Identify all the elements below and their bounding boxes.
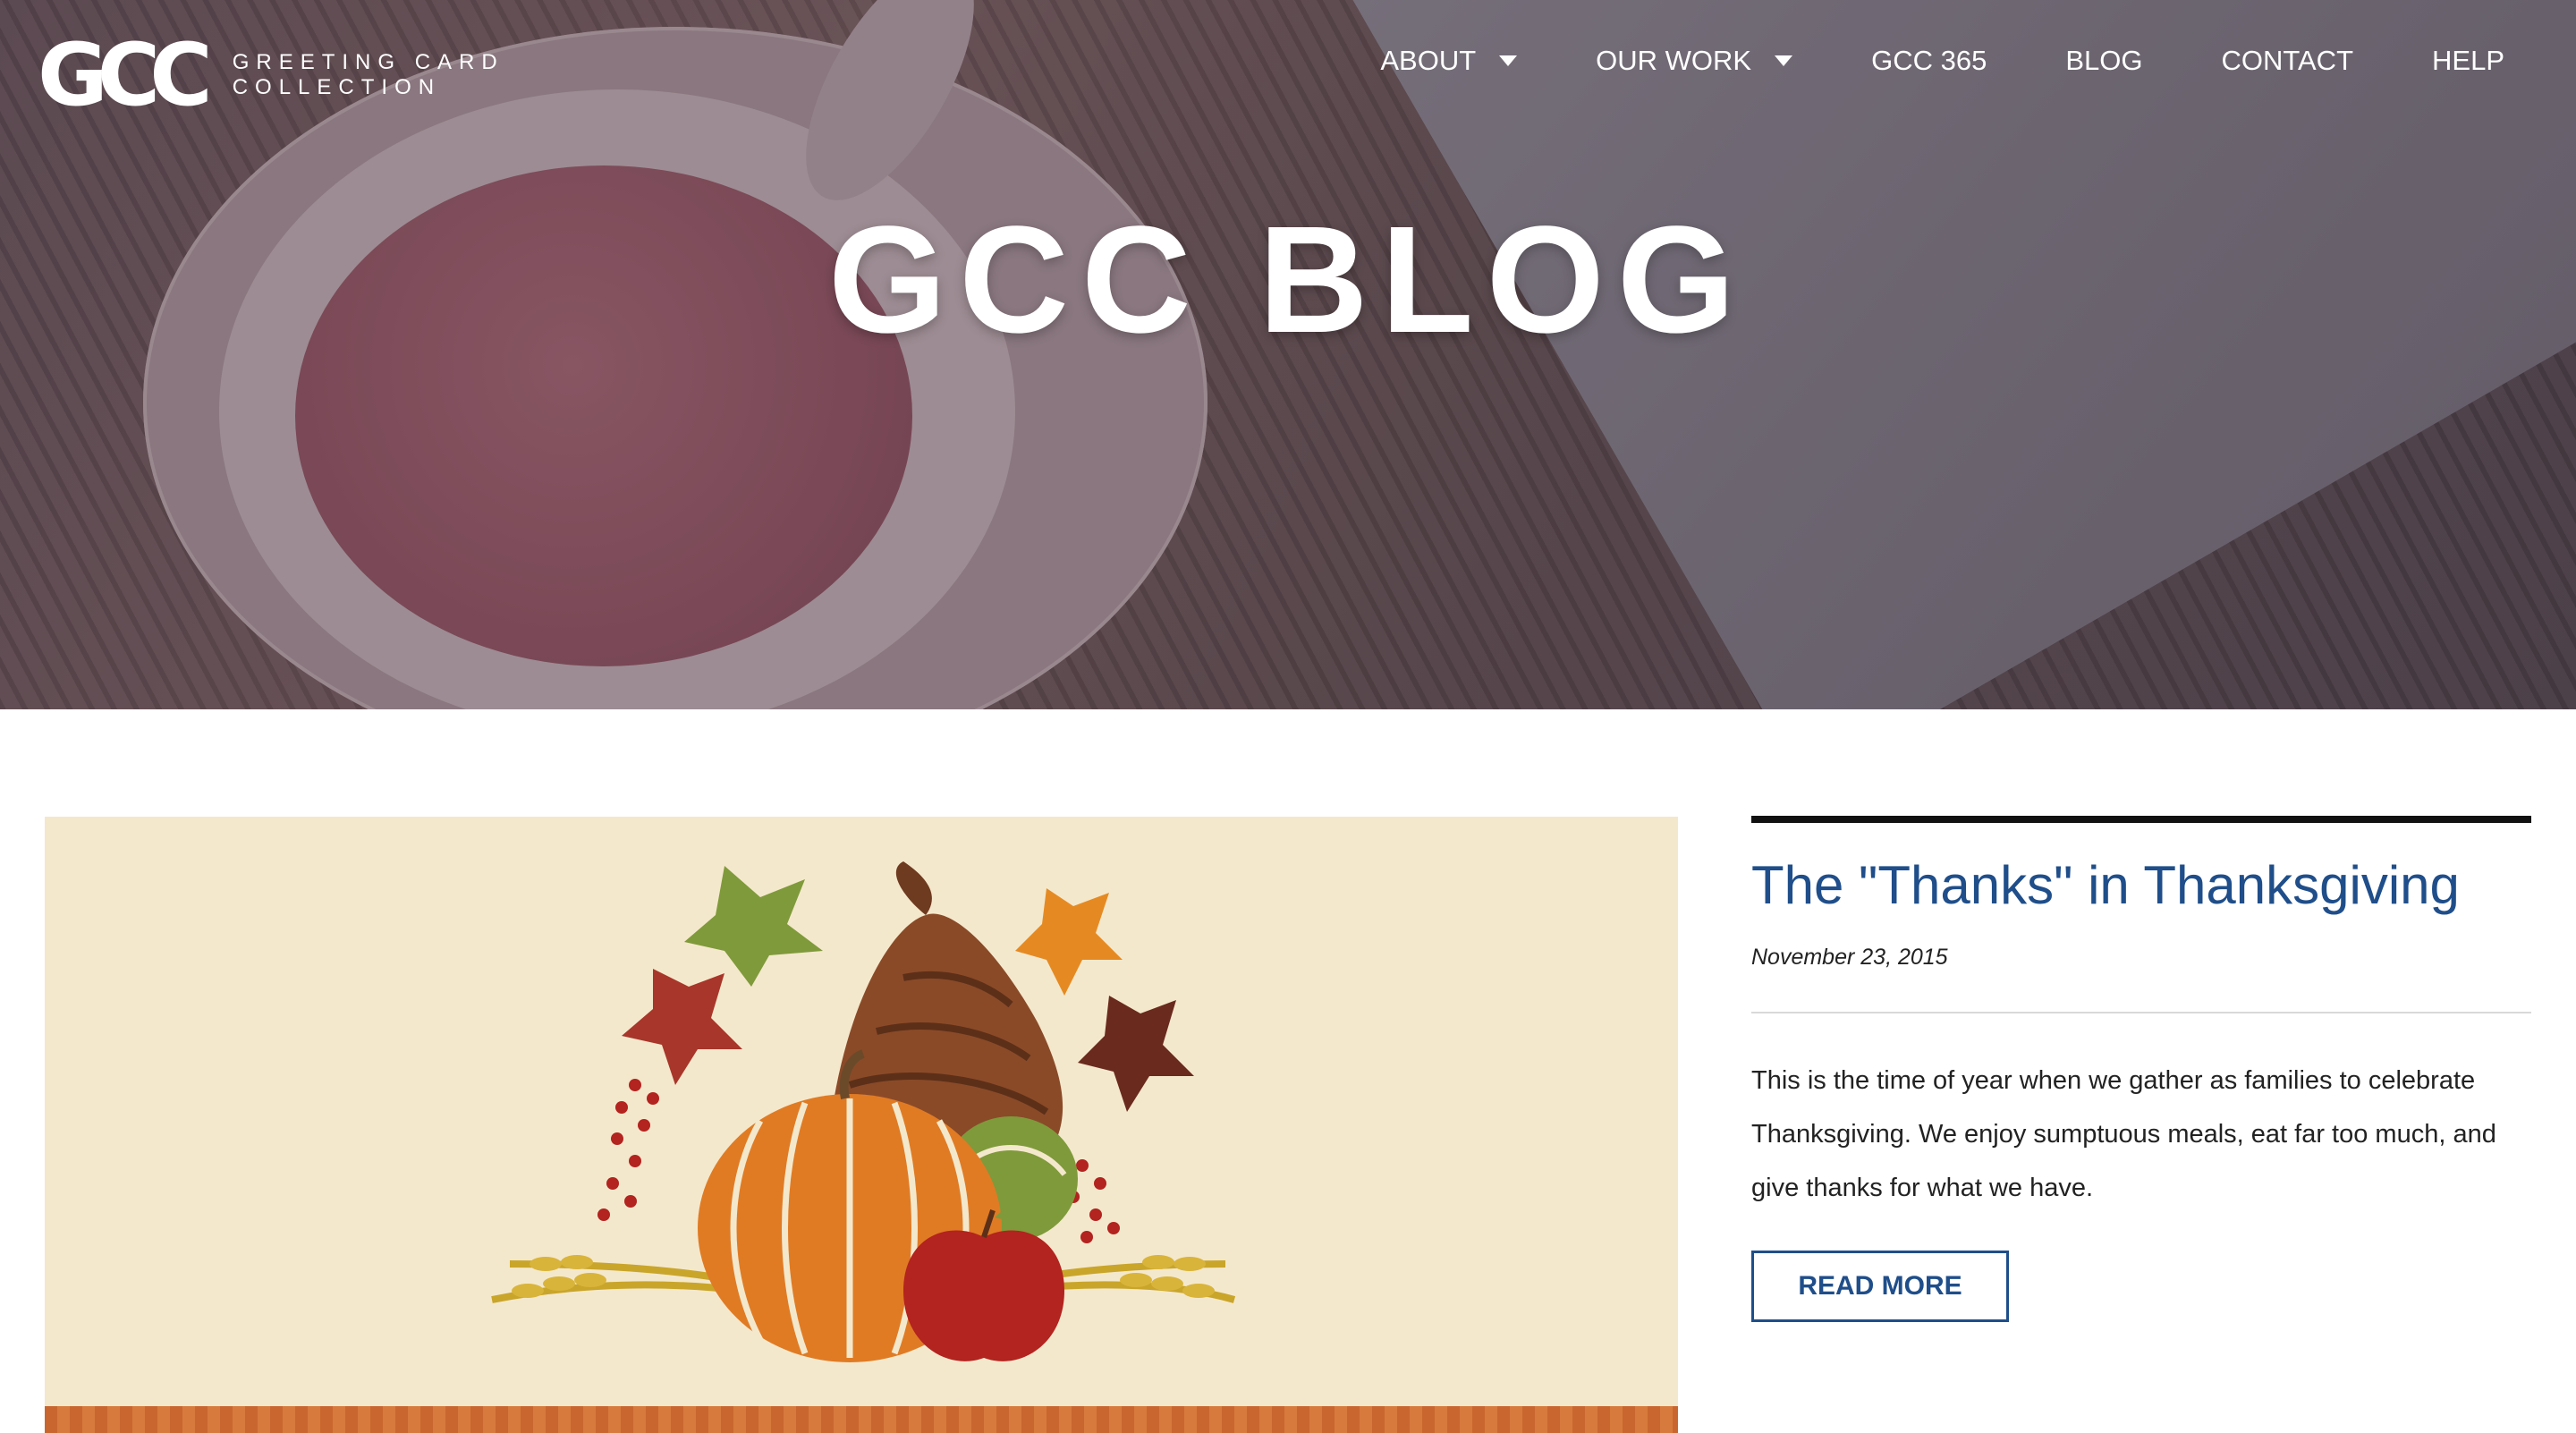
post-title-link[interactable]: The "Thanks" in Thanksgiving [1751, 854, 2460, 916]
cornucopia-illustration-icon [491, 861, 1236, 1362]
main-nav: ABOUT OUR WORK GCC 365 BLOG CONTACT HELP [1380, 45, 2504, 77]
nav-item-blog[interactable]: BLOG [2065, 45, 2142, 77]
post-divider [1751, 1012, 2531, 1013]
logo-text-line1: GREETING CARD [232, 50, 504, 74]
chevron-down-icon [1499, 55, 1518, 66]
post-top-rule [1751, 816, 2531, 823]
nav-item-about[interactable]: ABOUT [1380, 45, 1518, 77]
logo-text-line2: COLLECTION [232, 75, 442, 99]
nav-label-contact: CONTACT [2221, 45, 2354, 76]
hero-banner: GCC GREETING CARD COLLECTION ABOUT OUR W… [0, 0, 2576, 709]
post-excerpt: This is the time of year when we gather … [1751, 1066, 2496, 1202]
post-date: November 23, 2015 [1751, 945, 1948, 970]
nav-item-help[interactable]: HELP [2432, 45, 2504, 77]
page-title: GCC BLOG [827, 195, 1749, 365]
post-featured-image[interactable] [45, 817, 1678, 1433]
chevron-down-icon [1775, 55, 1793, 66]
nav-label-help: HELP [2432, 45, 2504, 76]
nav-item-our-work[interactable]: OUR WORK [1596, 45, 1793, 77]
logo-text: GREETING CARD COLLECTION [233, 50, 504, 100]
image-bottom-stripe [45, 1406, 1678, 1433]
nav-item-gcc-365[interactable]: GCC 365 [1871, 45, 1987, 77]
nav-label-about: ABOUT [1380, 45, 1477, 76]
nav-item-contact[interactable]: CONTACT [2221, 45, 2353, 77]
nav-label-blog: BLOG [2065, 45, 2143, 76]
site-logo[interactable]: GCC GREETING CARD COLLECTION [38, 32, 504, 118]
read-more-button[interactable]: READ MORE [1751, 1251, 2009, 1322]
nav-label-gcc-365: GCC 365 [1871, 45, 1987, 76]
nav-label-our-work: OUR WORK [1596, 45, 1752, 76]
logo-mark: GCC [38, 25, 213, 125]
